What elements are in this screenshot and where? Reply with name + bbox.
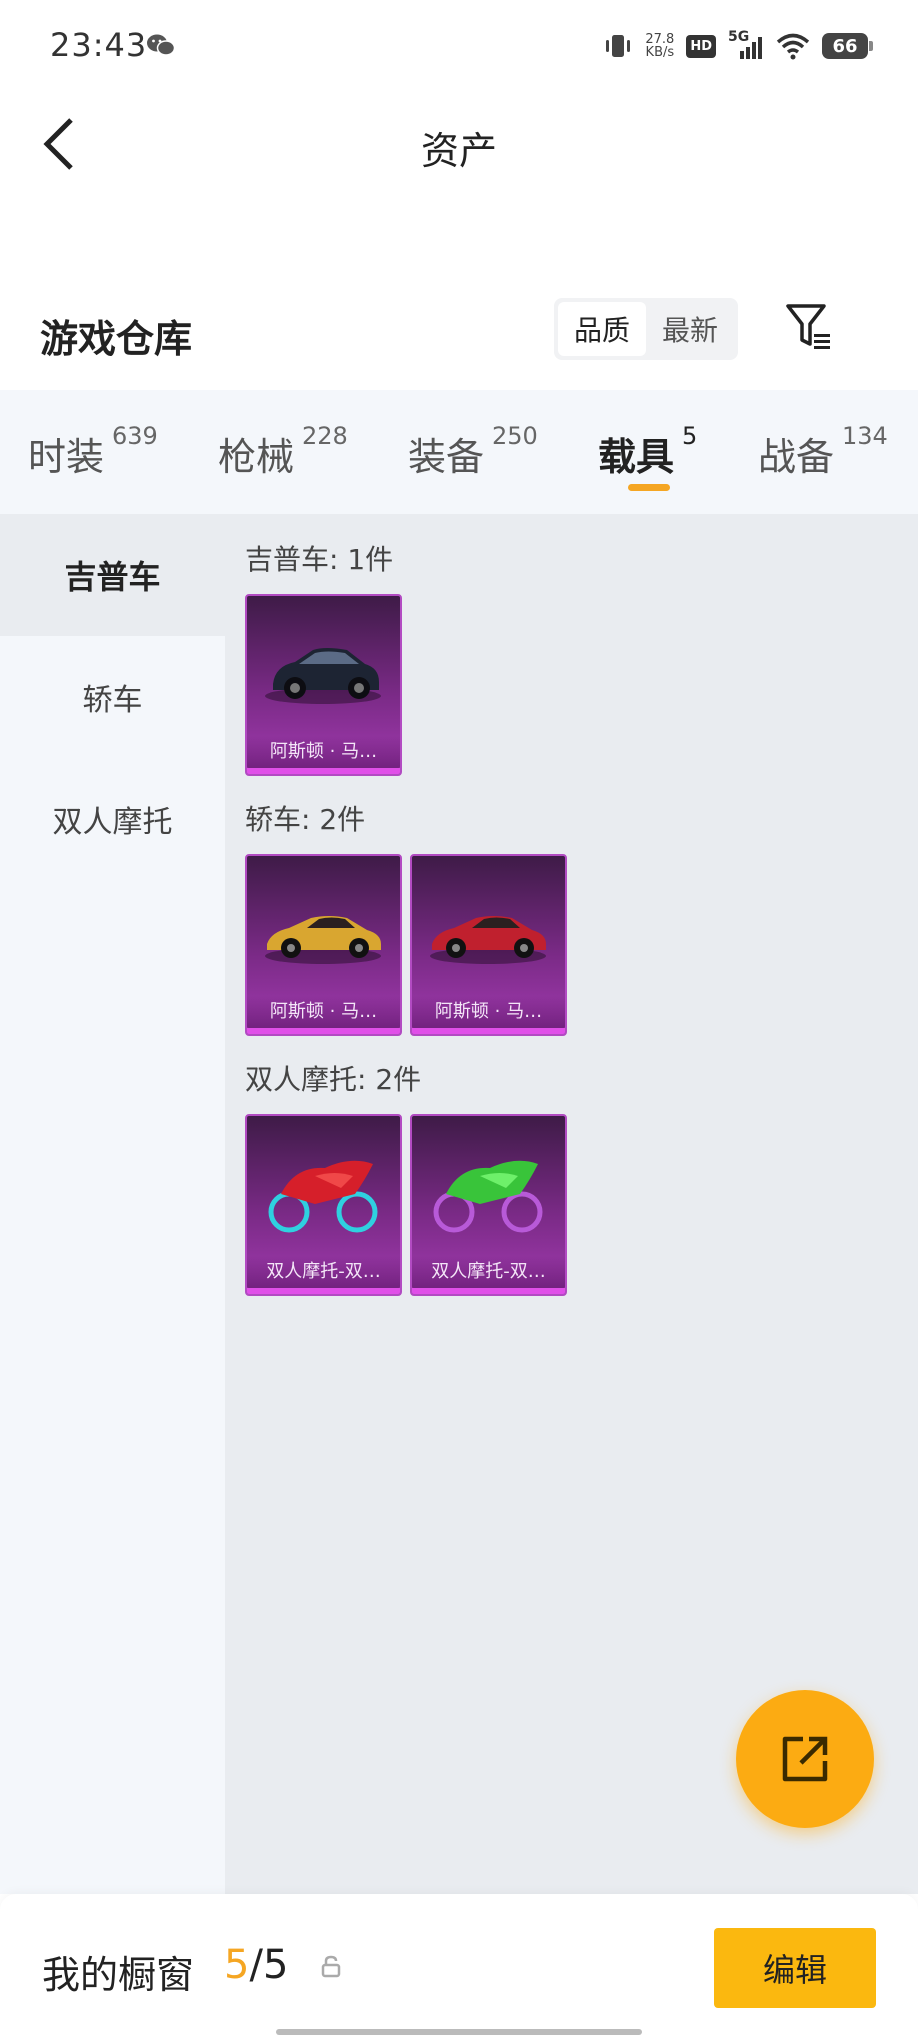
tab-vehicles[interactable]: 载具 5 bbox=[598, 390, 758, 514]
showcase-separator: / bbox=[249, 1942, 263, 1988]
sidebar-item-jeep[interactable]: 吉普车 bbox=[0, 514, 225, 636]
tab-label: 战备 bbox=[758, 435, 835, 479]
tab-label: 装备 bbox=[408, 435, 485, 479]
tab-count: 228 bbox=[302, 422, 348, 450]
card-row: 阿斯顿 · 马… 阿斯顿 · 马… bbox=[245, 854, 918, 1036]
vehicle-card[interactable]: 双人摩托-双… bbox=[245, 1114, 402, 1296]
share-icon bbox=[782, 1736, 828, 1782]
app-header: 资产 bbox=[0, 92, 918, 192]
tab-equipment[interactable]: 装备 250 bbox=[408, 390, 598, 514]
showcase-label: 我的橱窗 bbox=[42, 1953, 195, 1997]
vehicle-card-label: 阿斯顿 · 马… bbox=[412, 996, 565, 1028]
battery-level: 66 bbox=[832, 35, 858, 57]
vehicle-card-label: 阿斯顿 · 马… bbox=[247, 996, 400, 1028]
sort-option-quality[interactable]: 品质 bbox=[558, 302, 646, 356]
signal-icon: 5G bbox=[728, 29, 764, 61]
warehouse-toolbar: 游戏仓库 品质 最新 bbox=[0, 290, 918, 380]
vibrate-icon bbox=[606, 35, 631, 57]
tab-label: 载具 bbox=[598, 435, 675, 479]
page-title: 资产 bbox=[420, 129, 497, 173]
section-title-sedan: 轿车: 2件 bbox=[245, 803, 366, 836]
hd-badge: HD bbox=[686, 34, 716, 58]
network-speed: 27.8 KB/s bbox=[645, 33, 674, 59]
tab-count: 134 bbox=[842, 422, 888, 450]
section-title-motorcycle: 双人摩托: 2件 bbox=[245, 1063, 422, 1096]
sort-option-newest[interactable]: 最新 bbox=[646, 302, 734, 356]
tab-firearms[interactable]: 枪械 228 bbox=[218, 390, 408, 514]
sidebar-item-sedan[interactable]: 轿车 bbox=[0, 636, 225, 758]
wifi-icon bbox=[776, 33, 810, 60]
car-gold-art bbox=[265, 916, 381, 964]
home-indicator[interactable] bbox=[276, 2029, 642, 2035]
sidebar-item-motorcycle[interactable]: 双人摩托 bbox=[0, 758, 225, 880]
card-row: 阿斯顿 · 马… bbox=[245, 594, 918, 776]
car-red-art bbox=[430, 916, 546, 964]
share-button[interactable] bbox=[736, 1690, 874, 1828]
vehicle-card-label: 阿斯顿 · 马… bbox=[247, 736, 400, 768]
vehicle-list: 吉普车: 1件 阿斯顿 · 马… 轿车: 2件 阿斯顿 · 马… 阿斯顿 · 马… bbox=[225, 514, 918, 1894]
showcase-current: 5 bbox=[224, 1942, 250, 1988]
showcase-bar: 我的橱窗 5/5 编辑 bbox=[0, 1894, 918, 2040]
active-tab-indicator bbox=[628, 484, 670, 491]
status-icons: 27.8 KB/s HD 5G 66 bbox=[603, 28, 873, 64]
network-speed-unit: KB/s bbox=[645, 45, 675, 60]
vehicle-card[interactable]: 阿斯顿 · 马… bbox=[245, 594, 402, 776]
showcase-count: 5/5 bbox=[224, 1942, 288, 1988]
battery-icon: 66 bbox=[822, 33, 873, 59]
tab-label: 枪械 bbox=[218, 435, 295, 479]
card-row: 双人摩托-双… 双人摩托-双… bbox=[245, 1114, 918, 1296]
section-title-jeep: 吉普车: 1件 bbox=[245, 543, 394, 576]
status-bar: 23:43 27.8 KB/s HD 5G 66 bbox=[0, 0, 918, 92]
suv-dark-art bbox=[265, 648, 381, 704]
vehicle-card-label: 双人摩托-双… bbox=[412, 1256, 565, 1288]
back-arrow-icon bbox=[43, 118, 73, 170]
status-time: 23:43 bbox=[50, 26, 148, 64]
showcase-total: 5 bbox=[262, 1942, 289, 1988]
vehicle-card-label: 双人摩托-双… bbox=[247, 1256, 400, 1288]
back-button[interactable] bbox=[34, 112, 84, 176]
edit-button[interactable]: 编辑 bbox=[714, 1928, 876, 2008]
category-tabs: 时装 639 枪械 228 装备 250 载具 5 战备 134 bbox=[0, 390, 918, 514]
vehicle-card[interactable]: 双人摩托-双… bbox=[410, 1114, 567, 1296]
tab-fashion[interactable]: 时装 639 bbox=[28, 390, 218, 514]
vehicle-type-sidebar: 吉普车 轿车 双人摩托 bbox=[0, 514, 225, 1894]
moto-green-art bbox=[433, 1160, 543, 1233]
wechat-icon bbox=[147, 34, 176, 56]
vehicle-card[interactable]: 阿斯顿 · 马… bbox=[410, 854, 567, 1036]
tab-gear[interactable]: 战备 134 bbox=[758, 390, 908, 514]
vehicle-card[interactable]: 阿斯顿 · 马… bbox=[245, 854, 402, 1036]
tab-count: 639 bbox=[112, 422, 158, 450]
warehouse-title: 游戏仓库 bbox=[40, 317, 193, 361]
tab-count: 5 bbox=[682, 422, 698, 450]
lock-icon bbox=[321, 1955, 341, 1978]
moto-red-art bbox=[268, 1160, 378, 1233]
tab-label: 时装 bbox=[28, 435, 105, 479]
sort-toggle: 品质 最新 bbox=[554, 298, 738, 360]
filter-icon[interactable] bbox=[782, 300, 836, 354]
tab-count: 250 bbox=[492, 422, 538, 450]
